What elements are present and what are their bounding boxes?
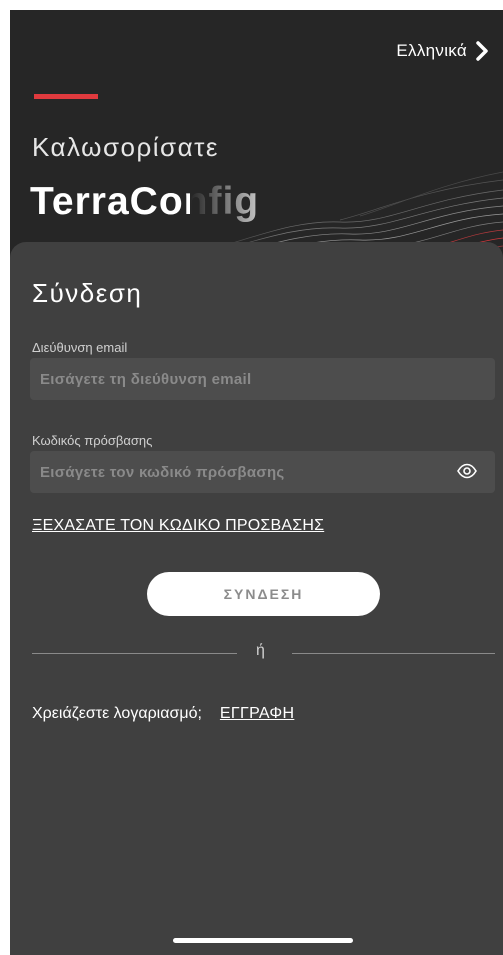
- divider-text: ή: [256, 642, 265, 659]
- forgot-password-link[interactable]: ΞΕΧΑΣΑΤΕ ΤΟΝ ΚΩΔΙΚΟ ΠΡΟΣΒΑΣΗΣ: [32, 517, 324, 535]
- language-label: Ελληνικά: [396, 41, 467, 60]
- language-selector[interactable]: Ελληνικά: [396, 38, 489, 64]
- decorative-wave-art: [190, 160, 503, 250]
- email-placeholder: Εισάγετε τη διεύθυνση email: [40, 370, 252, 388]
- divider-line-left: [32, 653, 237, 654]
- signup-link[interactable]: ΕΓΓΡΑΦΗ: [220, 705, 294, 723]
- divider-line-right: [292, 653, 495, 654]
- login-card: Σύνδεση Διεύθυνση email Εισάγετε τη διεύ…: [10, 242, 503, 955]
- accent-bar: [34, 94, 98, 99]
- home-indicator[interactable]: [173, 938, 353, 943]
- password-field[interactable]: Εισάγετε τον κωδικό πρόσβασης: [30, 451, 495, 493]
- password-label: Κωδικός πρόσβασης: [32, 433, 153, 448]
- signup-prompt: Χρειάζεστε λογαριασμό;: [32, 705, 202, 722]
- signup-row: Χρειάζεστε λογαριασμό; ΕΓΓΡΑΦΗ: [32, 705, 294, 723]
- header: Ελληνικά Καλωσορίσατε TerraConfig: [10, 10, 503, 250]
- login-button[interactable]: ΣΥΝΔΕΣΗ: [147, 572, 380, 616]
- chevron-right-icon: [475, 41, 489, 61]
- eye-icon[interactable]: [457, 463, 477, 484]
- password-placeholder: Εισάγετε τον κωδικό πρόσβασης: [40, 463, 285, 481]
- email-label: Διεύθυνση email: [32, 340, 128, 355]
- welcome-text: Καλωσορίσατε: [32, 132, 219, 162]
- email-field[interactable]: Εισάγετε τη διεύθυνση email: [30, 358, 495, 400]
- login-title: Σύνδεση: [32, 278, 143, 308]
- login-screen: Ελληνικά Καλωσορίσατε TerraConfig Σύνδεσ…: [10, 10, 503, 955]
